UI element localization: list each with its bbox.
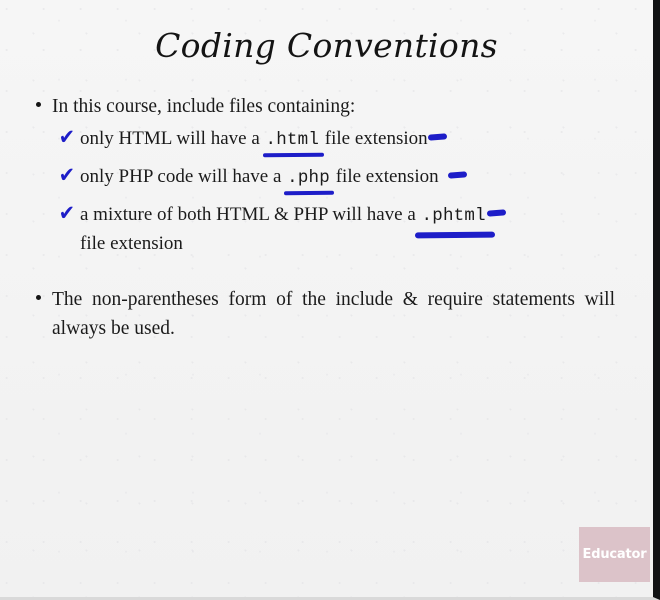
blue-dash-annotation <box>447 171 467 179</box>
slide-body: In this course, include files containing… <box>0 92 653 343</box>
bullet-text: The non-parentheses form of the include … <box>52 289 615 339</box>
checklist-text-before: a mixture of both HTML & PHP will have a <box>80 204 421 225</box>
code-token-text: .php <box>287 168 330 188</box>
educator-logo: Educator <box>579 527 650 582</box>
slide-canvas: Coding Conventions In this course, inclu… <box>0 0 660 600</box>
checklist-item: ✔ only PHP code will have a .php file ex… <box>0 163 653 196</box>
checklist-text-after: file extension <box>320 128 428 149</box>
bullet-text: In this course, include files containing… <box>52 96 356 117</box>
code-token-php: .php <box>284 168 334 196</box>
checklist-text-before: only PHP code will have a <box>80 166 287 187</box>
check-mark-icon: ✔ <box>58 163 75 187</box>
checklist-item: ✔ only HTML will have a .html file exten… <box>0 125 653 158</box>
checklist-text-after: file extension <box>330 166 439 187</box>
code-token-text: .phtml <box>421 206 486 226</box>
bullet-item: In this course, include files containing… <box>0 92 653 121</box>
checklist-line: a mixture of both HTML & PHP will have a… <box>80 201 629 239</box>
checklist-item: ✔ a mixture of both HTML & PHP will have… <box>0 201 653 257</box>
checklist-line: only HTML will have a .html file extensi… <box>80 125 629 158</box>
code-token-phtml: .phtml <box>414 206 495 239</box>
checklist-text-before: only HTML will have a <box>80 128 265 149</box>
check-mark-icon: ✔ <box>58 201 75 225</box>
code-token-html: .html <box>262 130 324 158</box>
blue-underline-annotation <box>414 231 495 239</box>
educator-logo-text: Educator <box>582 547 647 562</box>
page-title: Coding Conventions <box>155 26 498 65</box>
bullet-item: The non-parentheses form of the include … <box>0 285 653 343</box>
blue-underline-annotation <box>284 190 334 196</box>
blue-dash-annotation <box>427 133 447 141</box>
blue-dash-annotation <box>486 209 506 217</box>
check-mark-icon: ✔ <box>58 125 75 149</box>
checklist-line: only PHP code will have a .php file exte… <box>80 163 629 196</box>
bullet-dot-icon <box>36 295 41 300</box>
code-token-text: .html <box>265 130 320 150</box>
blue-underline-annotation <box>262 152 324 158</box>
bullet-dot-icon <box>36 102 41 107</box>
checklist-wrap-line: file extension <box>80 233 183 254</box>
